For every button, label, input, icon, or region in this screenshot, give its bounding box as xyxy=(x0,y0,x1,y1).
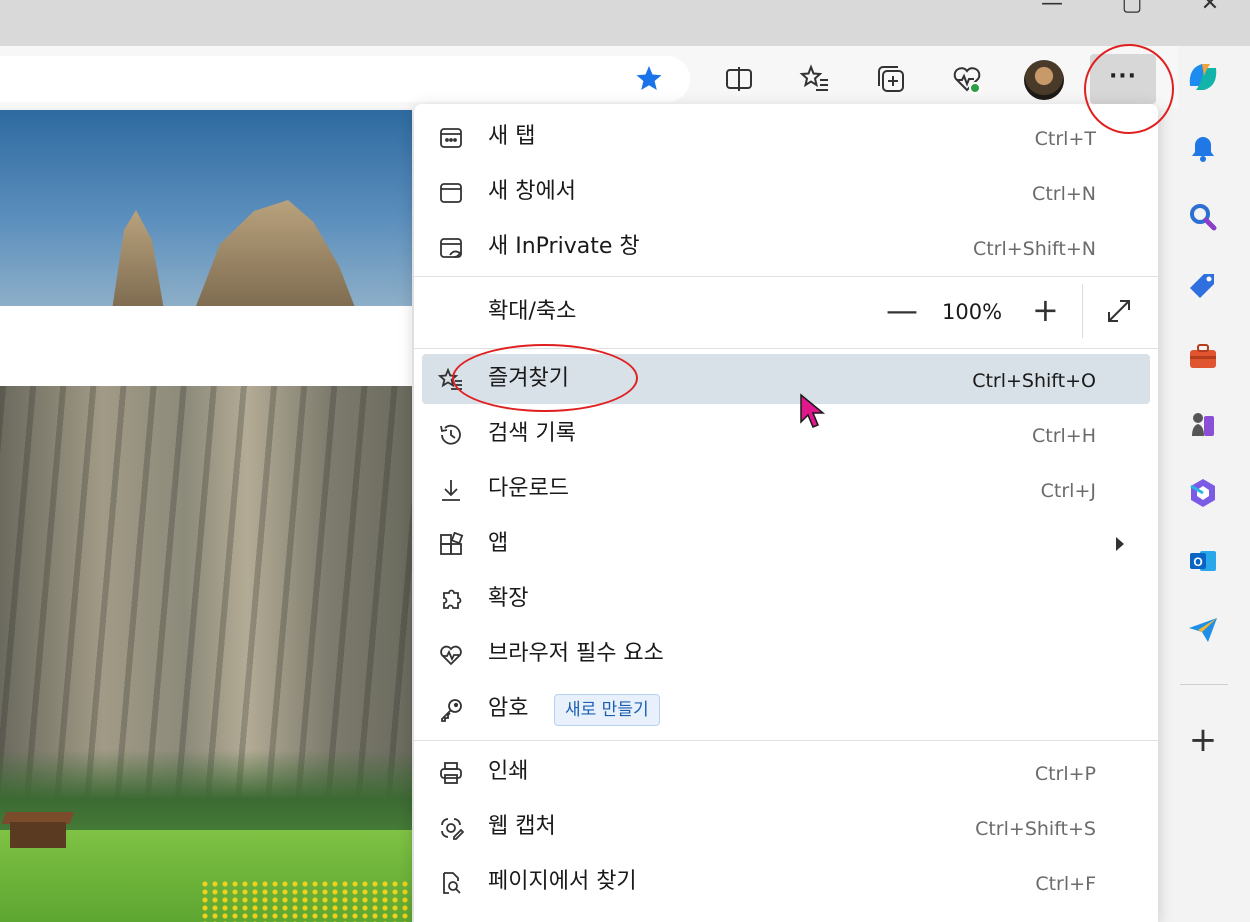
menu-item-new-window[interactable]: 새 창에서 Ctrl+N xyxy=(422,167,1150,217)
menu-item-label: 암호 xyxy=(488,696,529,721)
favorites-icon[interactable] xyxy=(798,62,832,96)
menu-item-label: 브라우저 필수 요소 xyxy=(488,641,664,666)
menu-item-shortcut: Ctrl+N xyxy=(1032,183,1096,205)
menu-item-passwords[interactable]: 암호 새로 만들기 xyxy=(422,684,1150,734)
menu-item-shortcut: Ctrl+Shift+N xyxy=(972,238,1096,260)
menu-item-favorites[interactable]: 즐겨찾기 Ctrl+Shift+O xyxy=(422,354,1150,404)
outlook-icon[interactable]: O xyxy=(1184,542,1222,580)
find-on-page-icon xyxy=(438,870,464,896)
more-options-icon: ··· xyxy=(1108,64,1138,89)
menu-item-label: 검색 기록 xyxy=(488,421,576,446)
address-bar[interactable] xyxy=(0,56,690,102)
menu-item-shortcut: Ctrl+H xyxy=(1031,425,1096,447)
menu-item-extensions[interactable]: 확장 xyxy=(422,574,1150,624)
svg-text:O: O xyxy=(1193,555,1202,569)
zoom-out-button[interactable]: — xyxy=(886,294,918,326)
collections-icon[interactable] xyxy=(874,62,908,96)
menu-item-label: 인쇄 xyxy=(488,759,529,784)
menu-item-label: 새 InPrivate 창 xyxy=(488,234,640,259)
history-icon xyxy=(438,422,464,448)
password-key-icon xyxy=(438,697,464,723)
new-tab-icon xyxy=(438,125,464,151)
menu-item-label: 앱 xyxy=(488,531,509,556)
menu-item-shortcut: Ctrl+F xyxy=(1035,873,1096,895)
profile-avatar[interactable] xyxy=(1024,60,1064,100)
zoom-level-value: 100% xyxy=(942,300,1003,324)
copilot-icon[interactable] xyxy=(1184,58,1222,96)
shopping-tag-icon[interactable] xyxy=(1184,268,1222,306)
games-chess-icon[interactable] xyxy=(1184,406,1222,444)
browser-essentials-icon xyxy=(438,642,464,668)
print-icon xyxy=(438,760,464,786)
menu-item-label: 새 창에서 xyxy=(488,179,576,204)
menu-item-label: 확장 xyxy=(488,586,529,611)
menu-item-web-capture[interactable]: 웹 캡처 Ctrl+Shift+S xyxy=(422,802,1150,852)
menu-item-label: 즐겨찾기 xyxy=(488,366,569,391)
window-title-bar: — ▢ ✕ xyxy=(0,0,1250,46)
new-badge: 새로 만들기 xyxy=(554,694,660,726)
favorite-star-icon[interactable] xyxy=(632,62,666,96)
menu-item-new-inprivate[interactable]: 새 InPrivate 창 Ctrl+Shift+N xyxy=(422,222,1150,272)
tools-toolbox-icon[interactable] xyxy=(1184,338,1222,376)
menu-item-shortcut: Ctrl+Shift+O xyxy=(972,370,1096,392)
minimize-button[interactable]: — xyxy=(1032,0,1072,15)
menu-item-shortcut: Ctrl+J xyxy=(1040,480,1096,502)
more-options-button[interactable]: ··· xyxy=(1090,54,1156,104)
menu-item-label: 웹 캡처 xyxy=(488,814,556,839)
browser-essentials-icon[interactable] xyxy=(950,62,984,96)
maximize-button[interactable]: ▢ xyxy=(1112,0,1152,15)
notifications-bell-icon[interactable] xyxy=(1184,130,1222,168)
search-icon[interactable] xyxy=(1184,198,1222,236)
split-screen-icon[interactable] xyxy=(722,62,756,96)
send-telegram-icon[interactable] xyxy=(1184,610,1222,648)
menu-item-print[interactable]: 인쇄 Ctrl+P xyxy=(422,747,1150,797)
submenu-arrow-icon xyxy=(1116,537,1124,551)
web-capture-icon xyxy=(438,815,465,841)
menu-item-history[interactable]: 검색 기록 Ctrl+H xyxy=(422,409,1150,459)
favorites-icon xyxy=(437,367,464,393)
menu-item-label: 새 탭 xyxy=(488,124,536,149)
menu-item-shortcut: Ctrl+P xyxy=(1034,763,1096,785)
menu-separator xyxy=(414,740,1158,741)
menu-separator xyxy=(414,348,1158,349)
add-sidebar-app-button[interactable]: + xyxy=(1188,722,1218,758)
menu-item-label: 페이지에서 찾기 xyxy=(488,869,637,894)
menu-item-apps[interactable]: 앱 xyxy=(422,519,1150,569)
menu-item-find-on-page[interactable]: 페이지에서 찾기 Ctrl+F xyxy=(422,857,1150,907)
menu-item-new-tab[interactable]: 새 탭 Ctrl+T xyxy=(422,112,1150,162)
microsoft365-icon[interactable] xyxy=(1184,474,1222,512)
menu-item-shortcut: Ctrl+T xyxy=(1034,128,1096,150)
menu-item-shortcut: Ctrl+Shift+S xyxy=(975,818,1096,840)
sidebar-divider xyxy=(1180,684,1228,685)
menu-item-label: 다운로드 xyxy=(488,476,569,501)
close-window-button[interactable]: ✕ xyxy=(1190,0,1230,15)
menu-separator xyxy=(414,276,1158,277)
page-background-image xyxy=(0,110,412,922)
mouse-cursor-icon xyxy=(798,392,830,434)
new-window-icon xyxy=(438,180,464,206)
menu-item-browser-essentials[interactable]: 브라우저 필수 요소 xyxy=(422,629,1150,679)
inprivate-window-icon xyxy=(438,235,464,261)
zoom-divider xyxy=(1082,284,1083,338)
download-icon xyxy=(438,477,464,503)
extensions-icon xyxy=(438,587,464,613)
zoom-label: 확대/축소 xyxy=(488,299,577,324)
more-options-menu: 새 탭 Ctrl+T 새 창에서 Ctrl+N 새 InPrivate 창 Ct… xyxy=(414,104,1158,922)
zoom-in-button[interactable]: + xyxy=(1032,294,1059,326)
apps-icon xyxy=(438,531,464,558)
menu-item-downloads[interactable]: 다운로드 Ctrl+J xyxy=(422,464,1150,514)
fullscreen-icon[interactable] xyxy=(1104,296,1134,326)
